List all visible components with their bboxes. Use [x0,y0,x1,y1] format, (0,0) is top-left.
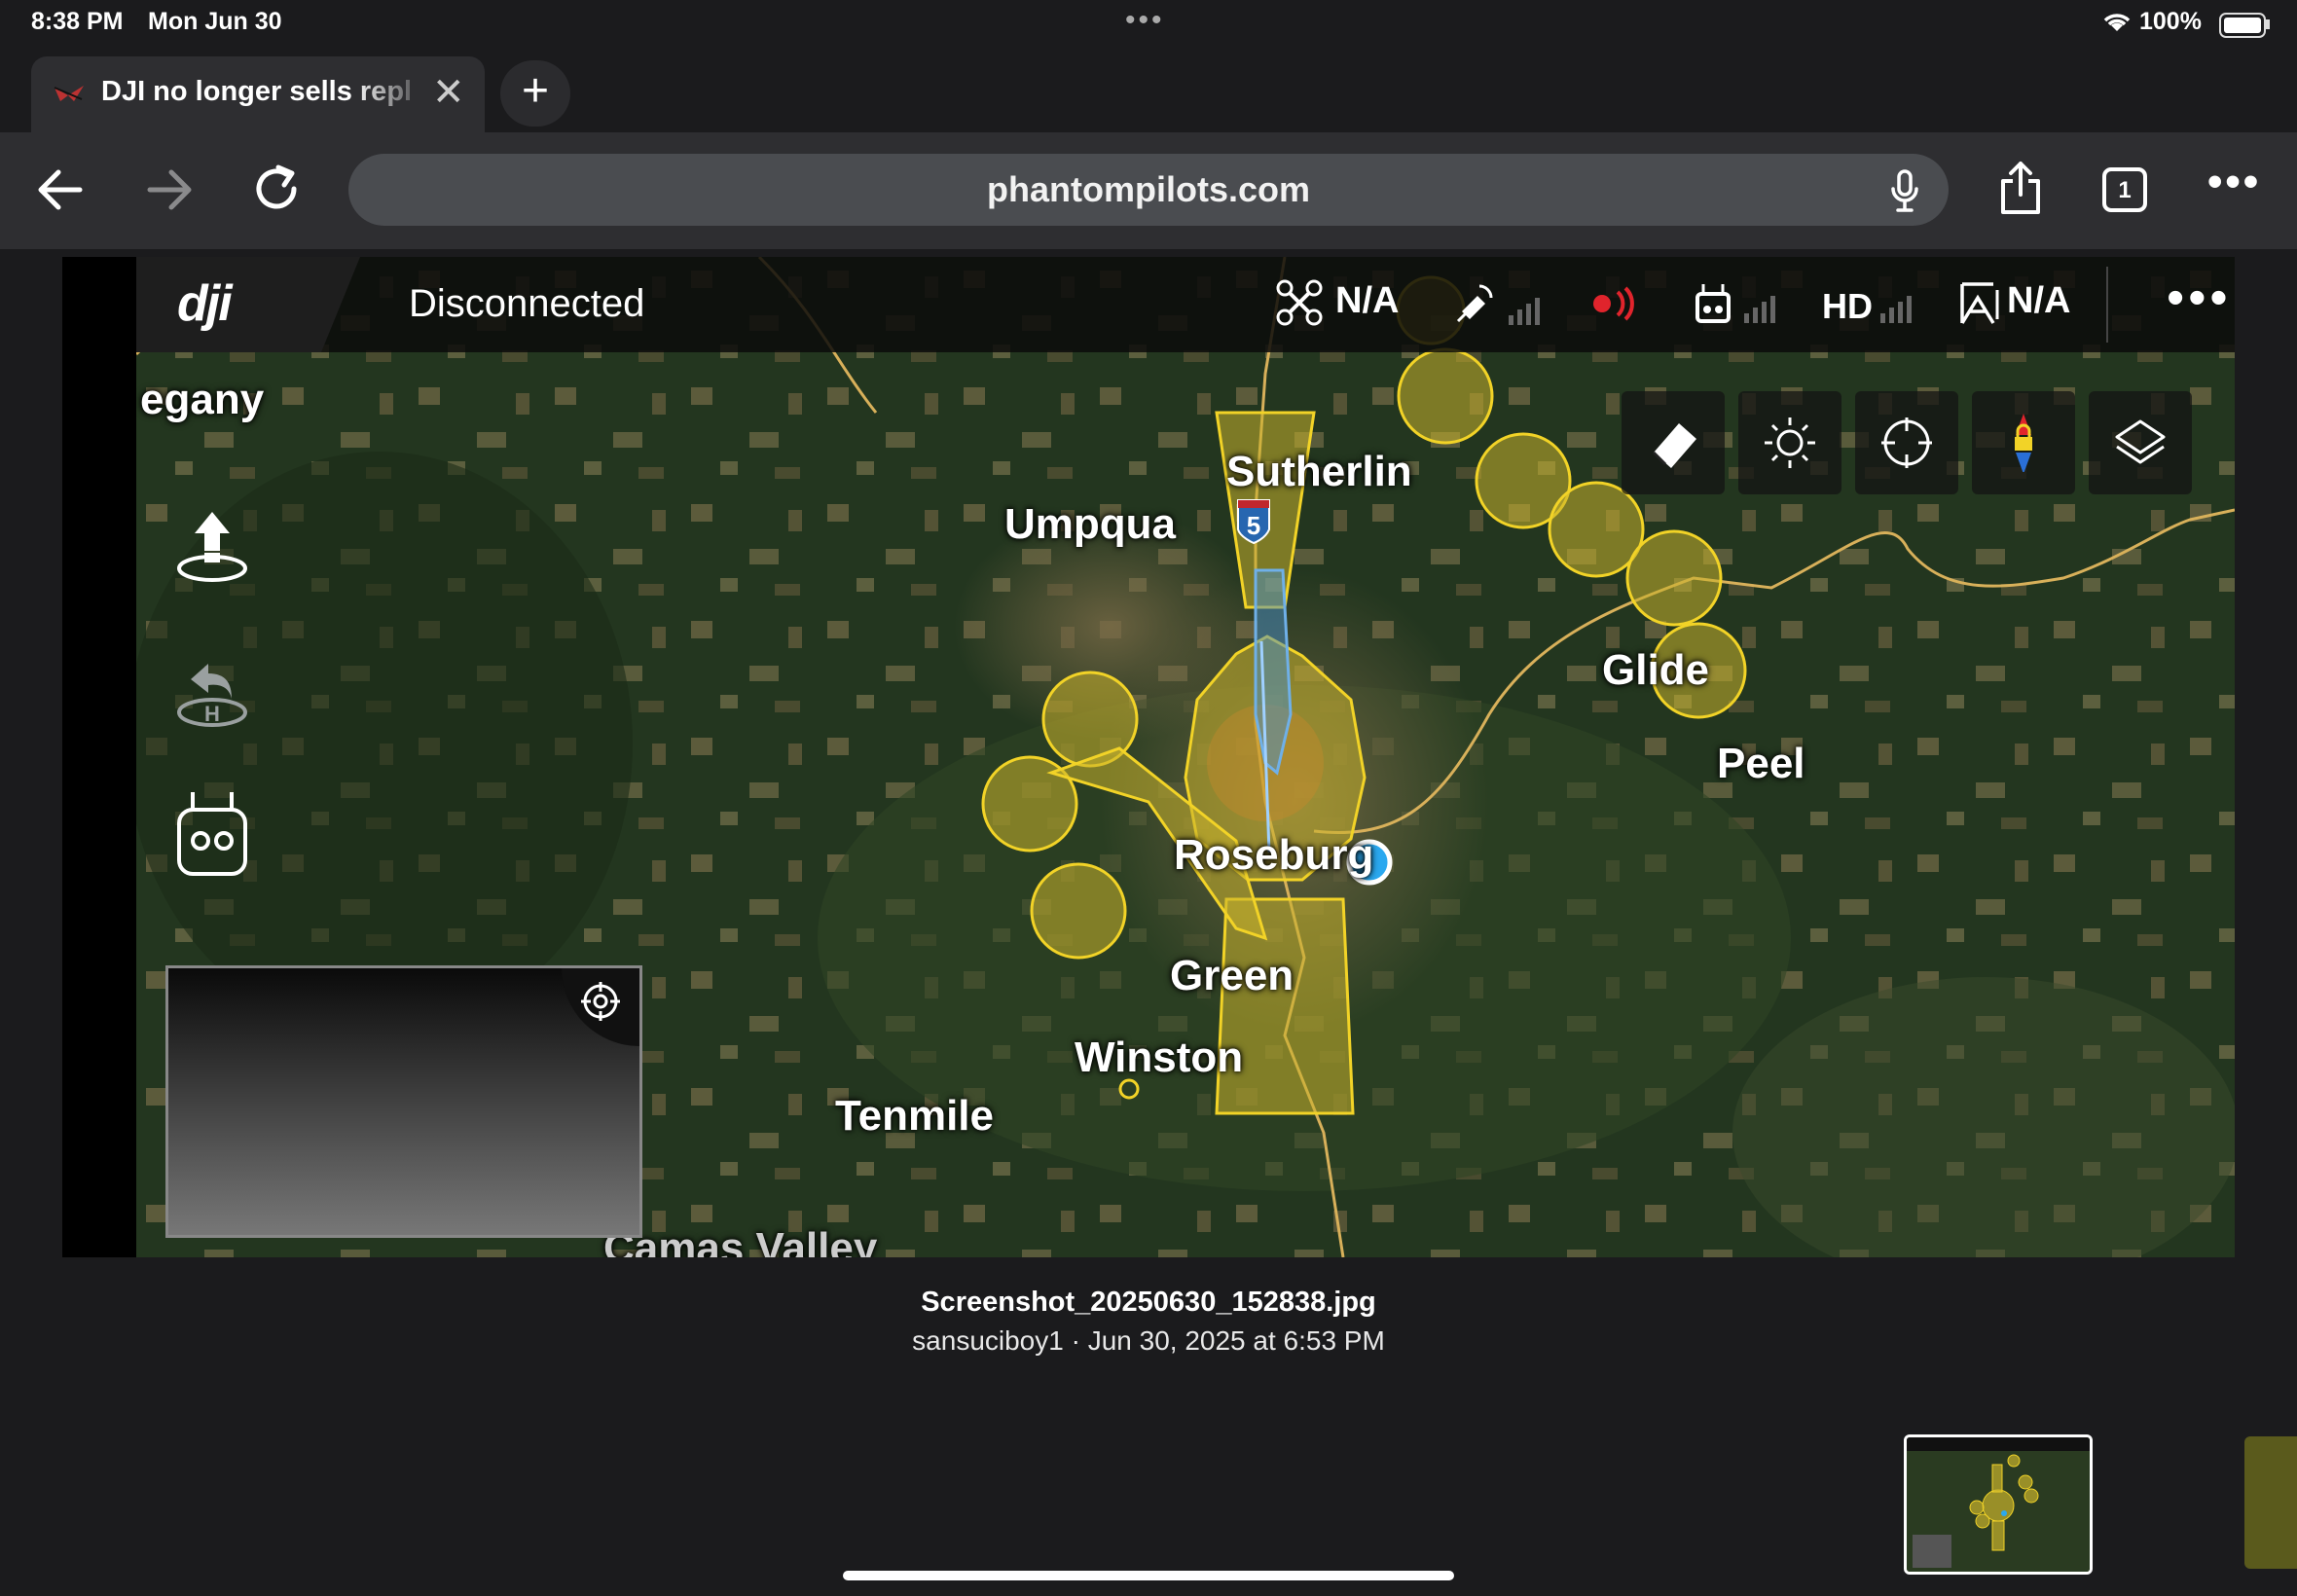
logo-slant [321,257,360,352]
place-peel: Peel [1717,740,1805,787]
thumbnail-map [1907,1437,2090,1572]
divider [2106,267,2108,343]
place-tenmile: Tenmile [835,1092,995,1140]
wifi-icon [2103,14,2131,31]
place-winston: Winston [1075,1034,1244,1081]
battery-nub [2266,19,2270,29]
eraser-tool-button[interactable] [1622,391,1725,494]
drone-icon [1276,279,1323,326]
gps-signal-icon [1456,284,1540,325]
place-umpqua: Umpqua [1004,500,1176,548]
airport-zone [1254,568,1293,776]
remote-signal-icon [1695,284,1775,323]
dji-top-bar: dji Disconnected N/A HD N/A ••• [136,257,2235,352]
locate-tool-button[interactable] [1855,391,1958,494]
eraser-icon [1652,423,1696,468]
compass-lock-button[interactable] [1972,391,2075,494]
altitude-status-text: N/A [2007,280,2071,321]
dji-logo: dji [177,275,233,332]
dji-more-icon[interactable]: ••• [2167,269,2232,327]
place-camas-valley: Camas Valley [603,1224,878,1257]
place-roseburg: Roseburg [1174,831,1374,879]
highway-shield-icon: 5 [1237,499,1270,545]
place-sutherlin: Sutherlin [1226,448,1412,495]
video-quality: HD [1822,286,1873,326]
connection-status: Disconnected [409,282,645,325]
altitude-icon [1960,282,1999,324]
svg-text:H: H [204,702,220,726]
tab-title-fade [352,66,430,125]
compass-lock-icon [2015,414,2032,472]
brightness-icon [1765,417,1815,468]
image-thumbnail[interactable] [1904,1434,2093,1575]
next-image-thumbnail[interactable] [2244,1436,2297,1569]
focus-target-icon[interactable] [581,982,620,1021]
battery-icon [2219,13,2266,38]
place-egany: egany [140,376,265,423]
multitasking-dots-icon[interactable]: ••• [1125,4,1165,37]
drone-status-text: N/A [1335,280,1400,321]
url-bar[interactable]: phantompilots.com [348,154,1949,226]
tab-count: 1 [2118,177,2132,203]
back-arrow-icon[interactable] [35,167,84,212]
video-signal-icon [1880,296,1912,323]
status-time: 8:38 PM [31,8,124,35]
status-date: Mon Jun 30 [148,8,282,35]
close-icon[interactable]: ✕ [432,70,465,115]
return-home-icon[interactable]: H [173,654,251,732]
svg-text:5: 5 [1247,511,1260,540]
url-text: phantompilots.com [987,169,1310,209]
forward-arrow-icon[interactable] [146,167,195,212]
layers-tool-button[interactable] [2089,391,2192,494]
home-indicator[interactable] [843,1571,1454,1580]
battery-percent: 100% [2139,8,2202,35]
ellipsis-icon[interactable]: ••• [2207,158,2261,206]
tabs-overview-button[interactable]: 1 [2102,167,2147,212]
camera-preview[interactable] [165,965,642,1238]
place-green: Green [1170,952,1294,999]
browser-tab[interactable]: DJI no longer sells replacement ✕ [31,56,485,132]
new-tab-button[interactable]: + [500,60,570,127]
reload-icon[interactable] [251,163,302,214]
browser-toolbar: phantompilots.com 1 ••• [0,132,2297,249]
site-favicon-icon [54,86,84,101]
dji-screenshot[interactable]: 5 egany Sutherlin Umpqua Glide Peel Rose… [62,257,2235,1257]
place-glide: Glide [1602,646,1710,694]
status-bar: 8:38 PM Mon Jun 30 ••• 100% [0,0,2297,47]
locate-icon [1881,417,1932,468]
remote-controller-icon[interactable] [175,790,249,880]
attachment-meta: sansuciboy1 · Jun 30, 2025 at 6:53 PM [912,1325,1385,1356]
no-signal-warning-icon [1593,286,1634,321]
takeoff-icon[interactable] [173,508,251,586]
attachment-filename: Screenshot_20250630_152838.jpg [921,1287,1376,1318]
brightness-tool-button[interactable] [1738,391,1841,494]
share-icon[interactable] [1997,160,2044,216]
layers-icon [2115,419,2166,464]
microphone-icon[interactable] [1890,169,1919,212]
